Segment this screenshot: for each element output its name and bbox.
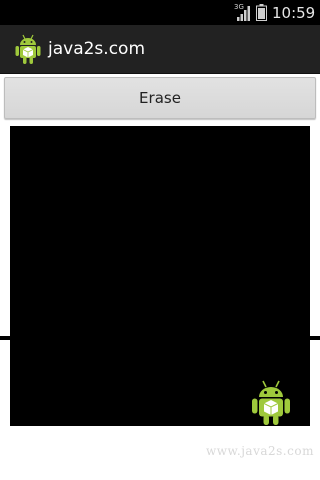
- signal-icon: [237, 6, 250, 21]
- drawn-line-segment-right: [310, 336, 320, 340]
- status-bar: 3G 10:59: [0, 0, 320, 25]
- drawn-line-segment-left: [0, 336, 10, 340]
- app-screen: 3G 10:59 java2s.com Erase www.java2s.com: [0, 0, 320, 480]
- watermark: www.java2s.com: [206, 444, 314, 458]
- app-title: java2s.com: [48, 39, 146, 59]
- erase-button[interactable]: Erase: [4, 77, 316, 119]
- battery-icon: [256, 4, 267, 21]
- android-icon[interactable]: [250, 380, 292, 426]
- action-bar: java2s.com: [0, 25, 320, 74]
- clock: 10:59: [272, 4, 316, 22]
- android-icon[interactable]: [14, 33, 42, 65]
